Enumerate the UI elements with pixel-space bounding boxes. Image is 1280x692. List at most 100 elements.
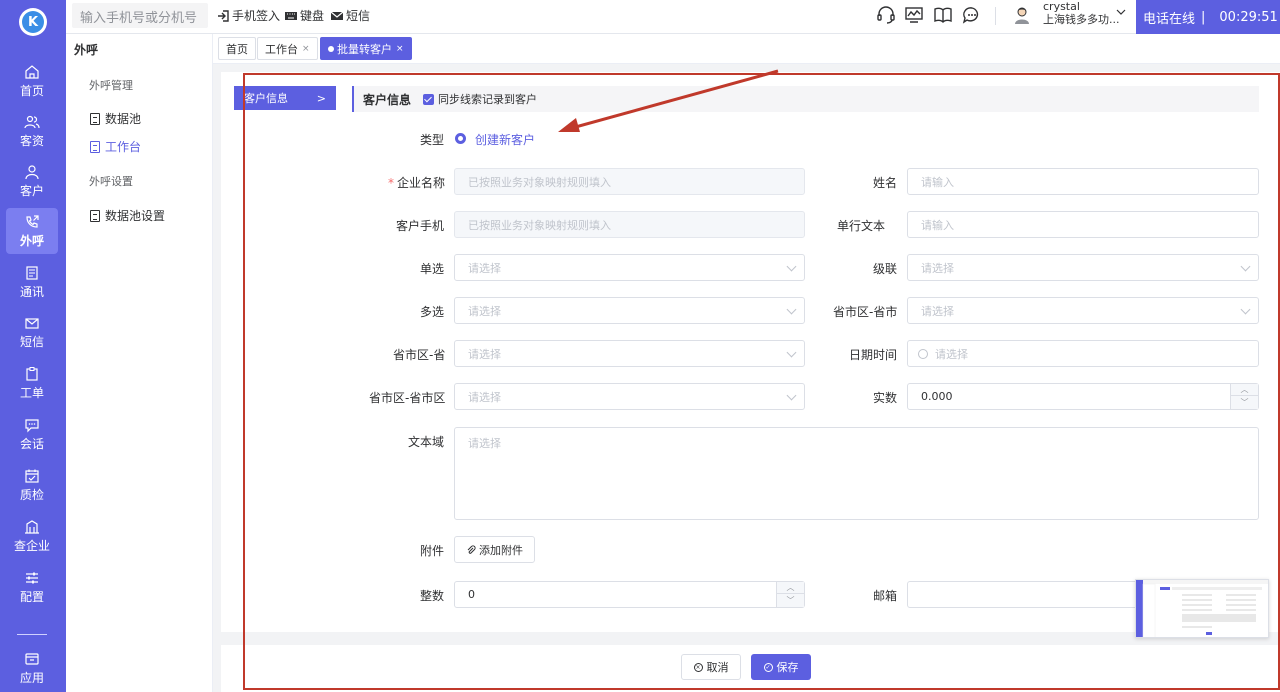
book-icon[interactable] <box>933 5 953 25</box>
stepper-down-icon[interactable]: ﹀ <box>1231 396 1258 408</box>
type-value[interactable]: 创建新客户 <box>475 131 535 148</box>
monitor-icon[interactable] <box>904 5 924 25</box>
sidebar-section-outbound-settings: 外呼设置 <box>89 175 133 188</box>
sms-icon <box>25 317 39 329</box>
real-label: 实数 <box>873 391 898 405</box>
prov-select[interactable]: 请选择 <box>454 340 805 367</box>
chat-icon <box>25 418 39 432</box>
phone-signin-button[interactable]: 手机签入 <box>216 7 280 24</box>
sync-checkbox[interactable]: 同步线索记录到客户 <box>423 91 537 107</box>
phone-field[interactable]: 已按照业务对象映射规则填入 <box>454 211 805 238</box>
datetime-picker[interactable]: 请选择 <box>907 340 1259 367</box>
nav-item-outbound[interactable]: 外呼 <box>6 208 58 254</box>
nav-item-home[interactable]: 首页 <box>6 58 58 104</box>
step-nav-customer-info[interactable]: 客户信息 > <box>234 86 336 110</box>
paperclip-icon <box>467 544 476 554</box>
type-radio[interactable] <box>455 133 466 144</box>
prov-placeholder: 请选择 <box>468 347 501 361</box>
company-field[interactable]: 已按照业务对象映射规则填入 <box>454 168 805 195</box>
building-icon <box>25 519 39 534</box>
nav-item-config[interactable]: 配置 <box>6 564 58 610</box>
checkbox-checked-icon <box>423 93 435 105</box>
chevron-down-icon <box>786 304 797 315</box>
pcd-select[interactable]: 请选择 <box>454 383 805 410</box>
tab-home-label: 首页 <box>226 42 248 56</box>
stepper-up-icon[interactable]: ︿ <box>777 582 804 594</box>
integer-field[interactable]: 0 ︿ ﹀ <box>454 581 805 608</box>
nav-item-sms[interactable]: 短信 <box>6 309 58 355</box>
app-logo[interactable]: K <box>19 8 47 36</box>
add-attachment-button[interactable]: 添加附件 <box>454 536 535 563</box>
cancel-button[interactable]: × 取消 <box>681 654 741 680</box>
nav-item-apps[interactable]: 应用 <box>6 645 58 691</box>
home-icon <box>25 64 39 79</box>
contacts-icon <box>26 265 38 280</box>
cascade-placeholder: 请选择 <box>921 261 954 275</box>
nav-divider <box>17 634 47 635</box>
call-status-label: 电话在线 <box>1143 11 1196 27</box>
datetime-placeholder: 请选择 <box>935 347 968 361</box>
nav-label-enterprise: 查企业 <box>13 538 50 553</box>
nav-item-enterprise[interactable]: 查企业 <box>6 513 58 559</box>
name-label: 姓名 <box>873 176 898 190</box>
pcd-placeholder: 请选择 <box>468 390 501 404</box>
stepper-down-icon[interactable]: ﹀ <box>777 594 804 606</box>
sms-button[interactable]: 短信 <box>330 7 370 24</box>
clipboard-icon <box>26 366 38 381</box>
login-icon <box>218 9 229 22</box>
sidebar-item-workbench[interactable]: 工作台 <box>90 138 141 155</box>
multi-select[interactable]: 请选择 <box>454 297 805 324</box>
real-number-field[interactable]: 0.000 ︿ ﹀ <box>907 383 1259 410</box>
message-icon[interactable] <box>962 5 982 25</box>
cascade-select[interactable]: 请选择 <box>907 254 1259 281</box>
nav-item-quality[interactable]: 质检 <box>6 462 58 508</box>
sidebar-item-data-pool[interactable]: 数据池 <box>90 110 141 127</box>
tab-close-icon[interactable]: × <box>302 44 310 54</box>
tab-workbench[interactable]: 工作台 × <box>257 37 318 60</box>
datetime-label: 日期时间 <box>849 348 898 362</box>
avatar[interactable] <box>1013 5 1031 25</box>
email-label: 邮箱 <box>873 589 898 603</box>
nav-item-customer[interactable]: 客户 <box>6 158 58 204</box>
keyboard-button[interactable]: 键盘 <box>284 7 324 24</box>
sidebar-item-label: 工作台 <box>105 140 142 154</box>
chevron-down-icon[interactable] <box>1116 8 1126 16</box>
call-status-bar[interactable]: 电话在线 | 00:29:51 <box>1136 0 1280 34</box>
tab-home[interactable]: 首页 <box>218 37 256 60</box>
name-field[interactable]: 请输入 <box>907 168 1259 195</box>
save-button[interactable]: ✓ 保存 <box>751 654 811 680</box>
stepper-up-icon[interactable]: ︿ <box>1231 384 1258 396</box>
save-label: 保存 <box>776 661 799 674</box>
sms-label: 短信 <box>346 9 371 23</box>
real-stepper[interactable]: ︿ ﹀ <box>1230 384 1258 409</box>
dial-input[interactable]: 输入手机号或分机号 <box>72 3 208 28</box>
single-select[interactable]: 请选择 <box>454 254 805 281</box>
keyboard-label: 键盘 <box>300 9 325 23</box>
sidebar-item-data-pool-settings[interactable]: 数据池设置 <box>90 207 165 224</box>
nav-label-ticket: 工单 <box>19 385 44 400</box>
nav-label-customer: 客户 <box>19 183 44 198</box>
headset-icon[interactable] <box>876 5 896 25</box>
nav-label-leads: 客资 <box>19 133 44 148</box>
prov-city-label: 省市区-省市 <box>833 305 898 319</box>
tab-batch-convert[interactable]: 批量转客户 × <box>320 37 412 60</box>
screenshot-thumbnail[interactable] <box>1135 579 1269 638</box>
cancel-label: 取消 <box>706 661 729 674</box>
nav-item-chat[interactable]: 会话 <box>6 411 58 457</box>
singleline-field[interactable]: 请输入 <box>907 211 1259 238</box>
nav-item-contacts[interactable]: 通讯 <box>6 259 58 305</box>
tab-close-icon[interactable]: × <box>396 44 404 54</box>
single-select-label: 单选 <box>420 262 445 276</box>
add-attachment-label: 添加附件 <box>479 543 523 557</box>
textarea-field[interactable]: 请选择 <box>454 427 1259 520</box>
section-header: 客户信息 同步线索记录到客户 <box>354 86 1259 112</box>
attach-label: 附件 <box>420 544 445 558</box>
sidebar-title: 外呼 <box>74 43 99 57</box>
nav-label-outbound: 外呼 <box>19 233 44 248</box>
nav-item-leads[interactable]: 客资 <box>6 108 58 154</box>
int-stepper[interactable]: ︿ ﹀ <box>776 582 804 607</box>
int-label: 整数 <box>420 589 445 603</box>
prov-city-select[interactable]: 请选择 <box>907 297 1259 324</box>
nav-item-ticket[interactable]: 工单 <box>6 360 58 406</box>
pcd-label: 省市区-省市区 <box>369 391 446 405</box>
